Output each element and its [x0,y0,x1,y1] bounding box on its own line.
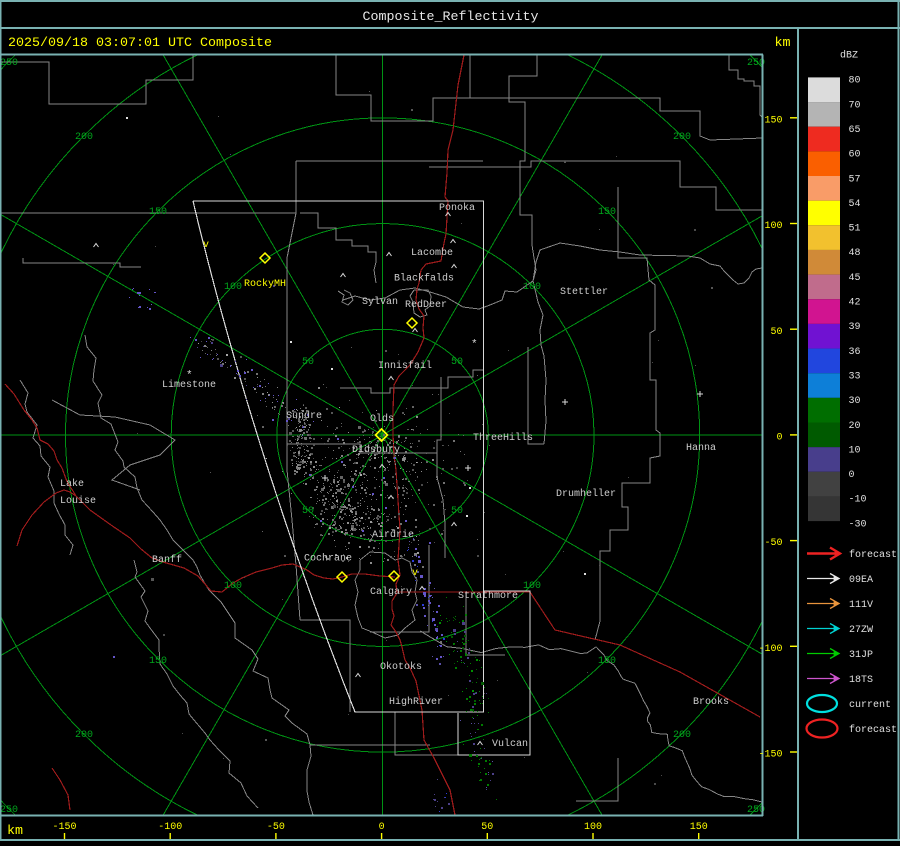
svg-text:RockyMH: RockyMH [244,278,286,290]
svg-text:Composite_Reflectivity: Composite_Reflectivity [363,10,539,25]
svg-text:31JP: 31JP [849,650,873,661]
svg-text:70: 70 [849,100,861,111]
svg-text:0: 0 [849,470,855,481]
svg-text:0: 0 [379,822,385,833]
svg-text:50: 50 [770,327,782,338]
svg-text:48: 48 [849,248,861,259]
svg-text:51: 51 [849,224,861,235]
svg-text:200: 200 [673,730,691,741]
svg-text:-150: -150 [52,822,76,833]
svg-text:*: * [186,370,193,382]
svg-text:150: 150 [764,115,782,126]
svg-text:50: 50 [302,506,314,517]
svg-text:33: 33 [849,372,861,383]
svg-text:Sylvan: Sylvan [362,296,398,308]
svg-text:50: 50 [451,506,463,517]
svg-text:-100: -100 [158,822,182,833]
svg-text:150: 150 [598,207,616,218]
svg-text:*: * [471,339,478,351]
svg-text:Ponoka: Ponoka [439,202,475,214]
svg-text:150: 150 [690,822,708,833]
svg-text:150: 150 [598,656,616,667]
svg-text:150: 150 [149,656,167,667]
svg-text:20: 20 [849,421,861,432]
svg-text:Innisfail: Innisfail [378,360,432,372]
svg-text:39: 39 [849,322,861,333]
svg-text:-100: -100 [758,644,782,655]
svg-text:Cochrane: Cochrane [304,553,352,565]
svg-text:50: 50 [302,357,314,368]
svg-text:57: 57 [849,174,861,185]
svg-text:RedDeer: RedDeer [405,299,447,311]
svg-text:forecast: forecast [849,724,897,736]
svg-text:km: km [775,36,791,51]
svg-text:-50: -50 [764,538,782,549]
svg-text:km: km [7,824,23,839]
svg-text:10: 10 [849,445,861,456]
svg-text:dBZ: dBZ [840,50,858,62]
svg-text:Didsbury: Didsbury [352,444,400,456]
svg-text:forecast: forecast [849,549,897,561]
svg-text:2025/09/18 03:07:01 UTC Compos: 2025/09/18 03:07:01 UTC Composite [8,36,272,51]
svg-text:Brooks: Brooks [693,696,729,708]
svg-text:30: 30 [849,396,861,407]
svg-text:Hanna: Hanna [686,443,716,454]
svg-text:100: 100 [224,581,242,592]
svg-text:100: 100 [764,221,782,232]
svg-text:50: 50 [481,822,493,833]
svg-text:-30: -30 [849,519,867,530]
svg-text:18TS: 18TS [849,675,873,686]
svg-text:Banff: Banff [152,554,182,566]
svg-text:42: 42 [849,298,861,309]
svg-text:Drumheller: Drumheller [556,488,616,500]
svg-text:100: 100 [584,822,602,833]
svg-text:50: 50 [451,357,463,368]
svg-text:200: 200 [673,132,691,143]
svg-text:v: v [412,568,418,579]
svg-text:HighRiver: HighRiver [389,696,443,708]
svg-text:36: 36 [849,347,861,358]
svg-text:09EA: 09EA [849,575,873,586]
svg-text:Louise: Louise [60,495,96,507]
svg-text:current: current [849,700,891,711]
svg-text:Lake: Lake [60,478,84,490]
svg-text:Strathmore: Strathmore [458,590,518,602]
svg-text:27ZW: 27ZW [849,625,873,636]
svg-text:54: 54 [849,199,861,210]
svg-text:ThreeHills: ThreeHills [473,432,533,444]
svg-text:250: 250 [0,58,18,69]
svg-text:Airdrie: Airdrie [372,529,414,541]
svg-text:Stettler: Stettler [560,286,608,298]
svg-text:-10: -10 [849,495,867,506]
svg-text:60: 60 [849,150,861,161]
svg-text:0: 0 [776,433,782,444]
svg-text:150: 150 [149,207,167,218]
svg-text:100: 100 [523,282,541,293]
svg-text:Sundre: Sundre [286,410,322,422]
svg-text:200: 200 [75,132,93,143]
svg-text:Lacombe: Lacombe [411,247,453,259]
svg-text:Blackfalds: Blackfalds [394,273,454,285]
svg-text:Vulcan: Vulcan [492,738,528,750]
svg-text:111V: 111V [849,600,873,611]
svg-text:80: 80 [849,76,861,87]
svg-text:Calgary: Calgary [370,586,412,598]
svg-text:Okotoks: Okotoks [380,661,422,673]
svg-text:100: 100 [224,282,242,293]
svg-text:-50: -50 [267,822,285,833]
svg-text:Olds: Olds [370,413,394,425]
svg-text:45: 45 [849,273,861,284]
svg-text:-150: -150 [758,750,782,761]
svg-text:200: 200 [75,730,93,741]
svg-text:250: 250 [0,805,18,816]
svg-text:100: 100 [523,581,541,592]
svg-text:65: 65 [849,125,861,136]
svg-text:v: v [203,240,209,251]
